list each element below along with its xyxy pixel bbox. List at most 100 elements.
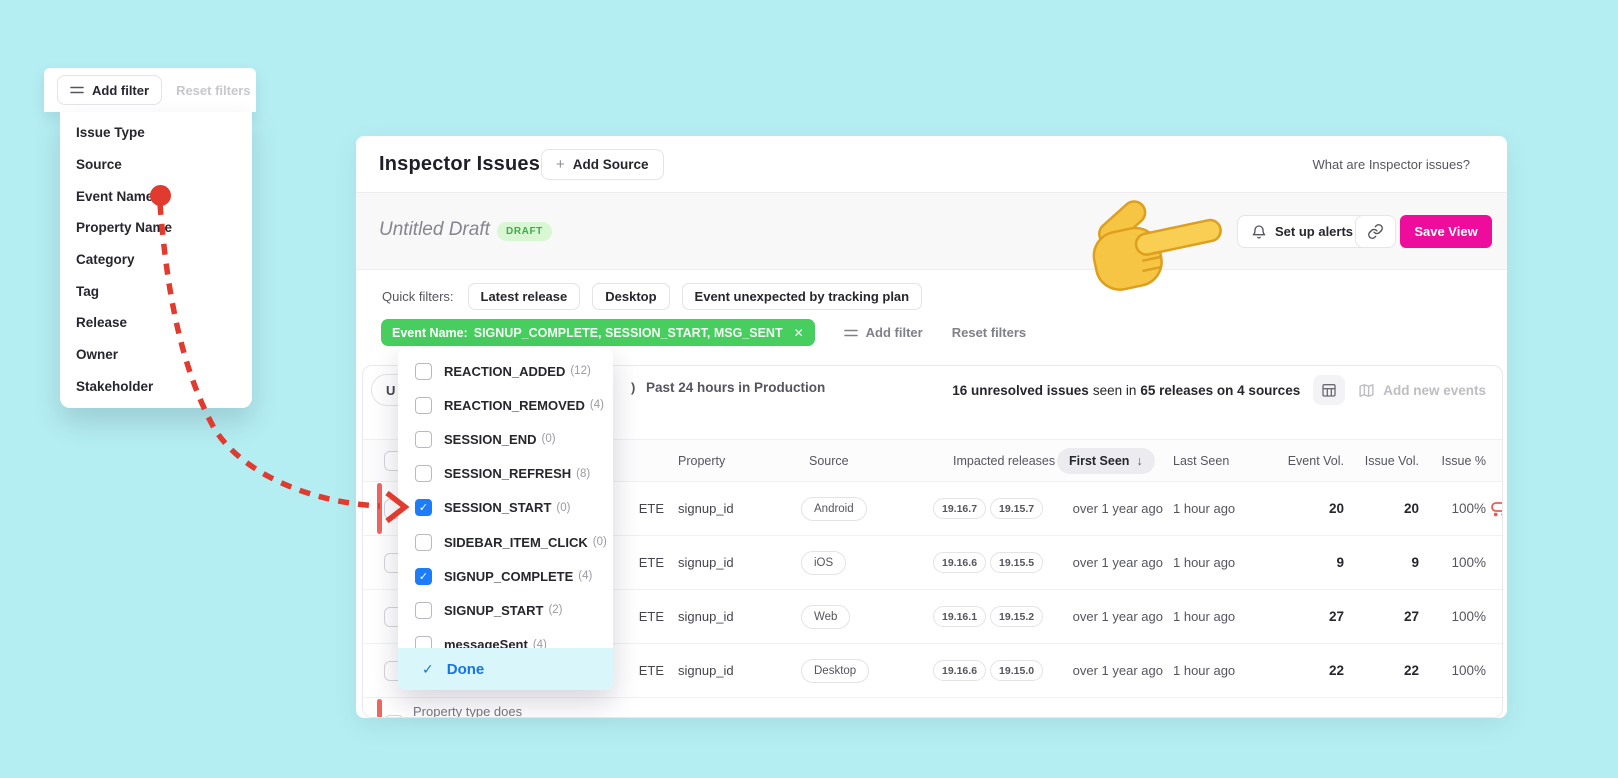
- checkbox[interactable]: [415, 396, 432, 414]
- copy-link-button[interactable]: [1355, 215, 1396, 248]
- filter-type-menu: Issue Type Source Event Name Property Na…: [60, 112, 252, 408]
- impacted-releases-cell: 19.16.7 19.15.7: [933, 482, 1047, 535]
- checkbox-checked[interactable]: ✓: [415, 499, 432, 517]
- release-chip: 19.15.5: [990, 552, 1044, 573]
- source-cell: Android: [801, 482, 867, 535]
- event-option-signup-complete[interactable]: ✓ SIGNUP_COMPLETE (4): [398, 559, 613, 593]
- event-option-count: (4): [578, 570, 593, 583]
- menu-item-owner[interactable]: Owner: [60, 339, 252, 371]
- column-first-seen-sorted[interactable]: First Seen ↓: [1057, 448, 1155, 474]
- issue-severity-bar: [377, 483, 382, 534]
- event-vol-value: 22: [1328, 663, 1344, 678]
- event-option-label: SIGNUP_COMPLETE: [444, 568, 574, 584]
- remove-filter-icon[interactable]: ✕: [794, 326, 804, 340]
- release-chip: 19.15.7: [990, 498, 1044, 519]
- calendar-icon: [1321, 382, 1337, 398]
- add-new-events-button[interactable]: Add new events: [1358, 382, 1486, 399]
- last-seen-value: 1 hour ago: [1173, 501, 1236, 516]
- table-row-partial[interactable]: Property type does: [363, 698, 1502, 718]
- active-filters-row: Event Name: SIGNUP_COMPLETE, SESSION_STA…: [381, 319, 1026, 346]
- release-chip: 19.16.7: [933, 498, 987, 519]
- menu-item-stakeholder[interactable]: Stakeholder: [60, 371, 252, 403]
- last-seen-value: 1 hour ago: [1173, 555, 1236, 570]
- menu-item-category[interactable]: Category: [60, 244, 252, 276]
- event-option-count: (0): [541, 433, 556, 446]
- add-filter-button[interactable]: Add filter: [57, 75, 163, 105]
- column-impacted-releases[interactable]: Impacted releases: [953, 440, 1055, 481]
- event-option[interactable]: SESSION_END (0): [398, 422, 613, 456]
- menu-item-tag[interactable]: Tag: [60, 275, 252, 307]
- set-up-alerts-button[interactable]: Set up alerts: [1237, 215, 1368, 248]
- property-value: signup_id: [678, 555, 734, 570]
- event-option[interactable]: SESSION_REFRESH (8): [398, 457, 613, 491]
- property-value: signup_id: [678, 663, 734, 678]
- menu-item-source[interactable]: Source: [60, 149, 252, 181]
- checkbox[interactable]: [415, 362, 432, 380]
- event-name-dropdown: REACTION_ADDED (12) REACTION_REMOVED (4) S…: [398, 348, 613, 690]
- what-are-inspector-issues-link[interactable]: What are Inspector issues?: [1312, 157, 1470, 172]
- reset-filters-button[interactable]: Reset filters: [952, 325, 1026, 340]
- quick-filter-event-unexpected[interactable]: Event unexpected by tracking plan: [681, 283, 923, 310]
- filter-chip-prefix: Event Name:: [392, 325, 468, 340]
- column-issue-vol[interactable]: Issue Vol.: [1353, 440, 1419, 481]
- columns-button[interactable]: [1313, 375, 1346, 405]
- event-option-session-start[interactable]: ✓ SESSION_START (0): [398, 491, 613, 525]
- event-option-label: REACTION_REMOVED: [444, 397, 585, 413]
- event-option-label: SESSION_END: [444, 431, 537, 447]
- event-option-count: (0): [592, 536, 607, 549]
- column-event-vol[interactable]: Event Vol.: [1263, 440, 1344, 481]
- event-option-label: REACTION_ADDED: [444, 363, 566, 379]
- done-button[interactable]: ✓ Done: [398, 648, 613, 690]
- checkbox-checked[interactable]: ✓: [415, 567, 432, 585]
- impacted-releases-cell: 19.16.6 19.15.5: [933, 536, 1047, 589]
- event-option[interactable]: REACTION_REMOVED (4): [398, 388, 613, 422]
- draft-badge: DRAFT: [497, 222, 552, 241]
- event-option[interactable]: REACTION_ADDED (12): [398, 354, 613, 388]
- tracking-plan-icon: [1358, 382, 1375, 399]
- row-checkbox[interactable]: [384, 715, 404, 717]
- quick-filter-desktop[interactable]: Desktop: [592, 283, 670, 310]
- filter-chip-values: SIGNUP_COMPLETE, SESSION_START, MSG_SENT: [473, 325, 783, 340]
- checkbox[interactable]: [415, 465, 432, 483]
- event-option[interactable]: SIGNUP_START (2): [398, 593, 613, 627]
- event-option-count: (2): [548, 604, 563, 617]
- release-chip: 19.15.2: [990, 606, 1044, 627]
- quick-filter-latest-release[interactable]: Latest release: [467, 283, 581, 310]
- source-cell: iOS: [801, 536, 847, 589]
- event-option-count: (12): [570, 365, 591, 378]
- checkbox[interactable]: [415, 430, 432, 448]
- source-cell: Web: [801, 590, 851, 643]
- add-source-button[interactable]: + Add Source: [541, 149, 664, 180]
- issue-pct-value: 100%: [1451, 501, 1486, 516]
- first-seen-value: over 1 year ago: [1072, 501, 1163, 516]
- status-filter-fragment: U: [386, 382, 396, 398]
- menu-item-release[interactable]: Release: [60, 307, 252, 339]
- event-option[interactable]: SIDEBAR_ITEM_CLICK (0): [398, 525, 613, 559]
- view-name: Untitled Draft: [379, 219, 490, 240]
- page-title: Inspector Issues: [379, 153, 541, 175]
- set-up-alerts-label: Set up alerts: [1275, 224, 1354, 239]
- issue-vol-value: 22: [1403, 663, 1419, 678]
- event-vol-value: 20: [1328, 501, 1344, 516]
- impacted-releases-cell: 19.16.1 19.15.2: [933, 590, 1047, 643]
- checkbox[interactable]: [415, 601, 432, 619]
- checkbox[interactable]: [415, 533, 432, 551]
- first-seen-value: over 1 year ago: [1072, 609, 1163, 624]
- issue-description-fragment: Property type does: [413, 704, 523, 718]
- summary-mid: seen in: [1092, 382, 1137, 398]
- column-last-seen[interactable]: Last Seen: [1173, 440, 1229, 481]
- column-issue-pct[interactable]: Issue %: [1423, 440, 1486, 481]
- menu-item-issue-type[interactable]: Issue Type: [60, 117, 252, 149]
- column-property[interactable]: Property: [678, 440, 725, 481]
- event-name-filter-chip[interactable]: Event Name: SIGNUP_COMPLETE, SESSION_STA…: [381, 319, 815, 346]
- sort-descending-icon: ↓: [1136, 454, 1143, 468]
- column-source[interactable]: Source: [809, 440, 849, 481]
- page: Inspector Issues + Add Source What are I…: [0, 0, 1618, 778]
- menu-item-property-name[interactable]: Property Name: [60, 212, 252, 244]
- summary-count: 16 unresolved issues: [952, 382, 1089, 398]
- last-seen-value: 1 hour ago: [1173, 609, 1236, 624]
- issue-vol-value: 20: [1403, 501, 1419, 516]
- source-pill: Android: [801, 496, 867, 521]
- save-view-button[interactable]: Save View: [1400, 215, 1492, 248]
- add-filter-button[interactable]: Add filter: [843, 325, 923, 340]
